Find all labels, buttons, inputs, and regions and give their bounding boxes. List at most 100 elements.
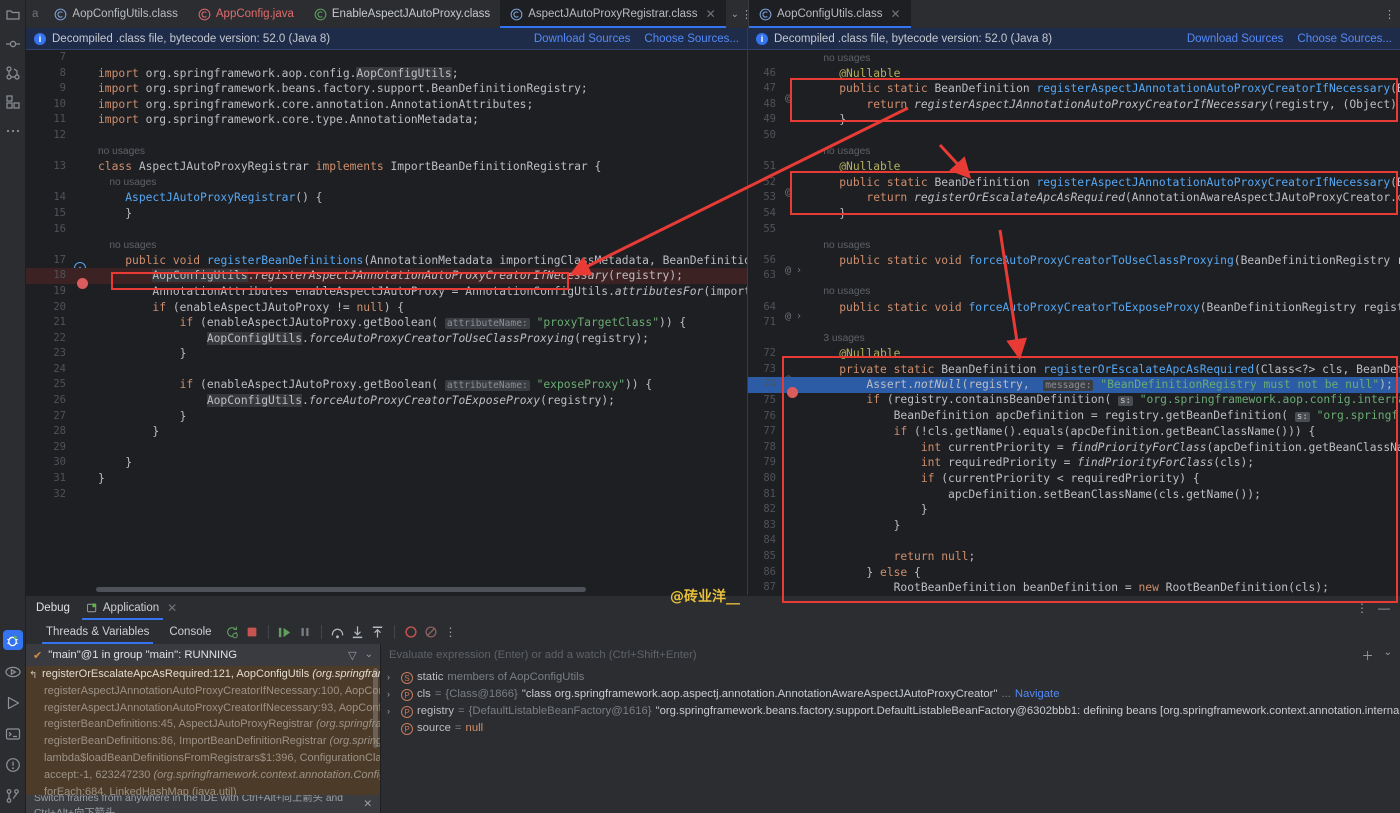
debug-title: Debug	[36, 602, 70, 614]
variable-row[interactable]: ›Pcls = {Class@1866} "class org.springfr…	[381, 686, 1400, 703]
choose-sources-link[interactable]: Choose Sources...	[644, 33, 739, 45]
filter-icon[interactable]: ▽	[348, 649, 356, 662]
line-number: 72	[748, 346, 782, 362]
code-text: public static void forceAutoProxyCreator…	[808, 300, 1400, 316]
code-text: BeanDefinition apcDefinition = registry.…	[808, 408, 1400, 426]
stack-frame-item[interactable]: registerBeanDefinitions:45, AspectJAutoP…	[26, 716, 380, 733]
line-number: 15	[26, 206, 72, 222]
variable-row[interactable]: ›Sstatic members of AopConfigUtils	[381, 669, 1400, 686]
code-text: }	[94, 206, 747, 222]
code-line: no usages	[748, 284, 1400, 300]
stack-frames-list[interactable]: ↰registerOrEscalateApcAsRequired:121, Ao…	[26, 666, 380, 795]
debug-session-tab-application[interactable]: Application ✕	[86, 596, 177, 620]
left-editor-tabs: a AopConfigUtils.class AppConfig.java En…	[26, 0, 748, 28]
stack-frame-item[interactable]: registerBeanDefinitions:86, ImportBeanDe…	[26, 733, 380, 750]
left-code-area[interactable]: 78import org.springframework.aop.config.…	[26, 50, 747, 595]
stack-frame-item[interactable]: registerAspectJAnnotationAutoProxyCreato…	[26, 700, 380, 717]
variables-list[interactable]: ›Sstatic members of AopConfigUtils›Pcls …	[381, 666, 1400, 813]
stack-frame-item[interactable]: forEach:684, LinkedHashMap (java.util)	[26, 784, 380, 795]
code-line: 16	[26, 222, 747, 238]
thread-selector[interactable]: ✔ "main"@1 in group "main": RUNNING ▽ ⌄	[26, 644, 380, 666]
variable-row[interactable]: Psource = null	[381, 720, 1400, 737]
tab-label: AppConfig.java	[216, 8, 294, 20]
step-out-icon[interactable]	[368, 623, 388, 641]
code-text: }	[94, 409, 747, 425]
terminal-icon[interactable]	[4, 725, 22, 743]
step-over-icon[interactable]	[328, 623, 348, 641]
variable-row[interactable]: ›Pregistry = {DefaultListableBeanFactory…	[381, 703, 1400, 720]
stack-frame-label: forEach:684, LinkedHashMap (java.util)	[44, 786, 237, 795]
close-icon[interactable]: ✕	[363, 798, 372, 810]
more-vertical-icon[interactable]: ⋮	[441, 623, 461, 641]
expand-triangle-icon[interactable]: ›	[387, 686, 397, 703]
choose-sources-link[interactable]: Choose Sources...	[1297, 33, 1392, 45]
tab-aspectjautoproxyregistrar-class[interactable]: AspectJAutoProxyRegistrar.class ✕	[500, 0, 725, 28]
commit-icon[interactable]	[4, 35, 22, 53]
tab-appconfig-java[interactable]: AppConfig.java	[188, 0, 304, 28]
line-number: 50	[748, 128, 782, 144]
code-text: AspectJAutoProxyRegistrar() {	[94, 190, 747, 206]
close-icon[interactable]: ✕	[706, 7, 716, 21]
horizontal-scrollbar[interactable]	[96, 587, 586, 592]
expand-triangle-icon[interactable]: ›	[387, 669, 397, 686]
tab-overflow-label: a	[26, 0, 44, 28]
stack-frame-item[interactable]: registerAspectJAnnotationAutoProxyCreato…	[26, 683, 380, 700]
code-text: no usages	[94, 174, 747, 191]
version-control-icon[interactable]	[4, 787, 22, 805]
application-icon	[86, 602, 98, 614]
run-with-coverage-icon[interactable]	[4, 663, 22, 681]
pause-program-icon[interactable]	[295, 623, 315, 641]
stack-frame-item[interactable]: ↰registerOrEscalateApcAsRequired:121, Ao…	[26, 666, 380, 683]
more-vertical-icon[interactable]: ⋮	[1356, 601, 1368, 615]
stop-icon[interactable]	[242, 623, 262, 641]
debug-subtab-threads-variables[interactable]: Threads & Variables	[36, 620, 159, 644]
resume-program-icon[interactable]	[275, 623, 295, 641]
tab-aopconfigutils-class-left[interactable]: AopConfigUtils.class	[44, 0, 187, 28]
step-into-icon[interactable]	[348, 623, 368, 641]
class-file-icon	[759, 8, 772, 21]
evaluate-expression-field[interactable]: Evaluate expression (Enter) or add a wat…	[381, 644, 1400, 666]
problems-icon[interactable]	[4, 756, 22, 774]
chevron-down-icon[interactable]: ⌄	[1384, 647, 1392, 664]
structure-icon[interactable]	[4, 93, 22, 111]
line-number: 71	[748, 315, 782, 331]
line-number: 28	[26, 424, 72, 440]
code-line: no usages	[748, 144, 1400, 160]
expand-triangle-icon[interactable]: ›	[387, 703, 397, 720]
download-sources-link[interactable]: Download Sources	[534, 33, 631, 45]
more-vertical-icon[interactable]: ⋮	[1384, 8, 1395, 21]
close-icon[interactable]: ✕	[890, 7, 900, 21]
code-line: 31}	[26, 471, 747, 487]
debug-toolbar: Threads & Variables Console	[26, 620, 1400, 644]
line-number: 25	[26, 377, 72, 393]
run-icon[interactable]	[4, 694, 22, 712]
code-text: no usages	[808, 237, 1400, 254]
pull-requests-icon[interactable]	[4, 64, 22, 82]
mute-breakpoints-icon[interactable]	[401, 623, 421, 641]
line-number: 76	[748, 409, 782, 425]
view-breakpoints-icon[interactable]	[421, 623, 441, 641]
tab-enableaspectjautoproxy-class[interactable]: EnableAspectJAutoProxy.class	[304, 0, 500, 28]
close-icon[interactable]: ✕	[167, 601, 177, 615]
chevron-down-icon[interactable]: ⌄	[731, 9, 739, 20]
minimize-icon[interactable]: —	[1378, 601, 1390, 615]
right-code-area[interactable]: no usages46 @Nullable47@ public static B…	[748, 50, 1400, 595]
stack-frame-item[interactable]: accept:-1, 623247230 (org.springframewor…	[26, 767, 380, 784]
project-files-icon[interactable]	[4, 6, 22, 24]
tab-aopconfigutils-class-right[interactable]: AopConfigUtils.class ✕	[749, 0, 911, 28]
running-check-icon: ✔	[33, 649, 42, 662]
java-file-icon	[198, 8, 211, 21]
code-line: 83 }	[748, 518, 1400, 534]
chevron-down-icon[interactable]: ⌄	[365, 649, 373, 662]
variable-action-link[interactable]: Navigate	[1015, 686, 1060, 703]
stack-frame-item[interactable]: lambda$loadBeanDefinitionsFromRegistrars…	[26, 750, 380, 767]
more-tool-windows-icon[interactable]	[4, 122, 22, 140]
debug-subtab-console[interactable]: Console	[159, 620, 221, 644]
debug-icon[interactable]	[3, 630, 23, 650]
download-sources-link[interactable]: Download Sources	[1187, 33, 1284, 45]
rerun-icon[interactable]	[222, 623, 242, 641]
line-number: 29	[26, 440, 72, 456]
code-line: 51 @Nullable	[748, 159, 1400, 175]
decompiled-banner-left: i Decompiled .class file, bytecode versi…	[26, 28, 747, 50]
add-watch-icon[interactable]: ＋	[1362, 647, 1374, 664]
